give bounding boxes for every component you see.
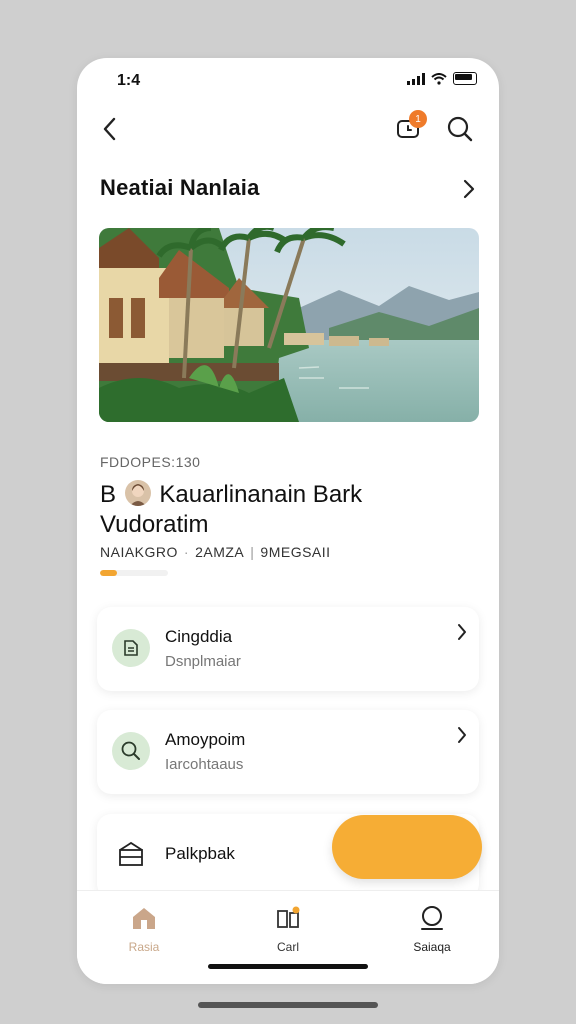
notification-button[interactable]: 1: [393, 110, 427, 144]
progress-fill: [100, 570, 117, 576]
signal-icon: [407, 72, 425, 85]
chevron-right-icon: [458, 624, 466, 640]
cart-icon: [277, 906, 300, 928]
card-title: Palkpbak: [165, 844, 235, 863]
tab-cart[interactable]: Carl: [238, 905, 338, 954]
avatar[interactable]: [124, 480, 151, 506]
wifi-icon: [431, 72, 447, 85]
tab-home[interactable]: Rasia: [94, 905, 194, 954]
card-title: Cingddia: [165, 627, 233, 646]
status-bar: 1:4: [77, 58, 499, 102]
listing-meta: FDDOPES:130: [100, 454, 201, 470]
section-header[interactable]: Neatiai Nanlaia: [100, 175, 479, 209]
search-icon[interactable]: [445, 114, 475, 144]
phone-screen: 1:4 1 Neatiai Nanlaia FDDOPES:130 B Kaua…: [77, 58, 499, 984]
home-icon: [133, 908, 155, 929]
status-time: 1:4: [117, 72, 141, 89]
section-title: Neatiai Nanlaia: [100, 175, 260, 200]
hero-image[interactable]: [99, 228, 479, 422]
card-subtitle: Dsnplmaiar: [165, 653, 241, 670]
listing-tags: NAIAKGRO · 2AMZA | 9MEGSAII: [100, 544, 331, 560]
profile-icon: [421, 906, 443, 930]
back-icon[interactable]: [97, 114, 123, 144]
tab-label: Rasia: [128, 940, 160, 954]
tab-label: Saiaqa: [413, 940, 451, 954]
action-button[interactable]: [332, 815, 482, 879]
tab-label: Carl: [276, 940, 299, 954]
top-bar: 1: [77, 110, 499, 150]
progress-bar: [100, 570, 168, 576]
home-indicator: [208, 964, 368, 969]
status-icons: [407, 72, 477, 85]
tab-profile[interactable]: Saiaqa: [382, 905, 482, 954]
tag-3: 9MEGSAII: [260, 544, 331, 560]
title-prefix: B: [100, 481, 117, 508]
notification-badge: 1: [409, 110, 427, 128]
battery-icon: [453, 72, 477, 85]
card-item-2[interactable]: Amoypoim Iarcohtaaus: [97, 710, 479, 794]
receipt-icon: [112, 629, 150, 667]
scroll-indicator: [198, 1002, 378, 1008]
tab-bar: Rasia Carl Saiaqa: [77, 890, 499, 984]
tag-1: NAIAKGRO: [100, 544, 178, 560]
listing-title: B Kauarlinanain Bark Vudoratim: [100, 480, 470, 540]
tag-2: 2AMZA: [195, 544, 245, 560]
card-item-1[interactable]: Cingddia Dsnplmaiar: [97, 607, 479, 691]
chevron-right-icon: [458, 727, 466, 743]
card-title: Amoypoim: [165, 730, 246, 749]
box-icon: [119, 841, 143, 866]
search-icon: [112, 732, 150, 770]
chevron-right-icon: [463, 179, 475, 199]
card-subtitle: Iarcohtaaus: [165, 756, 244, 773]
